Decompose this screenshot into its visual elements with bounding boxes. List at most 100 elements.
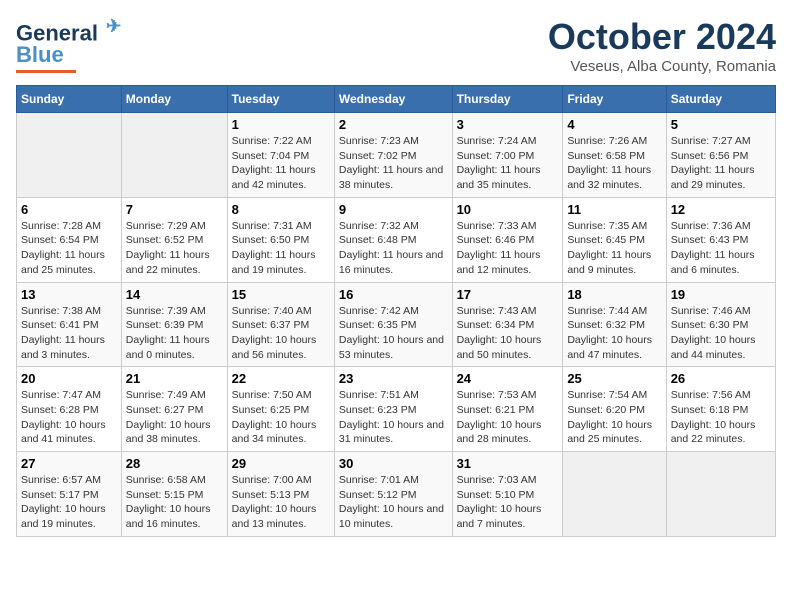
weekday-header-wednesday: Wednesday: [334, 86, 452, 113]
day-detail: Sunrise: 7:27 AMSunset: 6:56 PMDaylight:…: [671, 134, 771, 193]
calendar-cell: 18 Sunrise: 7:44 AMSunset: 6:32 PMDaylig…: [563, 282, 666, 367]
calendar-week-row: 1 Sunrise: 7:22 AMSunset: 7:04 PMDayligh…: [17, 113, 776, 198]
day-detail: Sunrise: 7:22 AMSunset: 7:04 PMDaylight:…: [232, 134, 330, 193]
calendar-cell: 24 Sunrise: 7:53 AMSunset: 6:21 PMDaylig…: [452, 367, 563, 452]
day-number: 12: [671, 202, 771, 217]
day-detail: Sunrise: 7:40 AMSunset: 6:37 PMDaylight:…: [232, 304, 330, 363]
day-number: 17: [457, 287, 559, 302]
location: Veseus, Alba County, Romania: [548, 58, 776, 75]
weekday-header-monday: Monday: [121, 86, 227, 113]
day-detail: Sunrise: 7:24 AMSunset: 7:00 PMDaylight:…: [457, 134, 559, 193]
day-number: 1: [232, 117, 330, 132]
calendar-cell: 14 Sunrise: 7:39 AMSunset: 6:39 PMDaylig…: [121, 282, 227, 367]
logo: General ✈ Blue: [16, 16, 121, 73]
day-number: 24: [457, 371, 559, 386]
day-detail: Sunrise: 7:26 AMSunset: 6:58 PMDaylight:…: [567, 134, 661, 193]
day-number: 29: [232, 456, 330, 471]
calendar-table: SundayMondayTuesdayWednesdayThursdayFrid…: [16, 85, 776, 537]
day-detail: Sunrise: 7:39 AMSunset: 6:39 PMDaylight:…: [126, 304, 223, 363]
day-detail: Sunrise: 7:49 AMSunset: 6:27 PMDaylight:…: [126, 388, 223, 447]
day-number: 27: [21, 456, 117, 471]
calendar-cell: 20 Sunrise: 7:47 AMSunset: 6:28 PMDaylig…: [17, 367, 122, 452]
calendar-cell: [666, 452, 775, 537]
calendar-week-row: 13 Sunrise: 7:38 AMSunset: 6:41 PMDaylig…: [17, 282, 776, 367]
calendar-cell: 4 Sunrise: 7:26 AMSunset: 6:58 PMDayligh…: [563, 113, 666, 198]
calendar-cell: 11 Sunrise: 7:35 AMSunset: 6:45 PMDaylig…: [563, 197, 666, 282]
day-detail: Sunrise: 7:50 AMSunset: 6:25 PMDaylight:…: [232, 388, 330, 447]
calendar-cell: 19 Sunrise: 7:46 AMSunset: 6:30 PMDaylig…: [666, 282, 775, 367]
day-number: 23: [339, 371, 448, 386]
calendar-cell: 8 Sunrise: 7:31 AMSunset: 6:50 PMDayligh…: [227, 197, 334, 282]
day-number: 2: [339, 117, 448, 132]
day-number: 15: [232, 287, 330, 302]
weekday-header-tuesday: Tuesday: [227, 86, 334, 113]
day-number: 8: [232, 202, 330, 217]
day-detail: Sunrise: 7:29 AMSunset: 6:52 PMDaylight:…: [126, 219, 223, 278]
page-header: General ✈ Blue October 2024 Veseus, Alba…: [16, 16, 776, 75]
calendar-cell: 16 Sunrise: 7:42 AMSunset: 6:35 PMDaylig…: [334, 282, 452, 367]
day-detail: Sunrise: 7:00 AMSunset: 5:13 PMDaylight:…: [232, 473, 330, 532]
calendar-week-row: 27 Sunrise: 6:57 AMSunset: 5:17 PMDaylig…: [17, 452, 776, 537]
calendar-cell: 29 Sunrise: 7:00 AMSunset: 5:13 PMDaylig…: [227, 452, 334, 537]
calendar-cell: 31 Sunrise: 7:03 AMSunset: 5:10 PMDaylig…: [452, 452, 563, 537]
calendar-cell: 25 Sunrise: 7:54 AMSunset: 6:20 PMDaylig…: [563, 367, 666, 452]
day-detail: Sunrise: 7:31 AMSunset: 6:50 PMDaylight:…: [232, 219, 330, 278]
day-number: 3: [457, 117, 559, 132]
day-detail: Sunrise: 7:44 AMSunset: 6:32 PMDaylight:…: [567, 304, 661, 363]
logo-blue: Blue: [16, 42, 64, 68]
calendar-cell: 27 Sunrise: 6:57 AMSunset: 5:17 PMDaylig…: [17, 452, 122, 537]
day-number: 25: [567, 371, 661, 386]
day-number: 22: [232, 371, 330, 386]
weekday-header-sunday: Sunday: [17, 86, 122, 113]
calendar-cell: 1 Sunrise: 7:22 AMSunset: 7:04 PMDayligh…: [227, 113, 334, 198]
day-detail: Sunrise: 7:54 AMSunset: 6:20 PMDaylight:…: [567, 388, 661, 447]
calendar-cell: 6 Sunrise: 7:28 AMSunset: 6:54 PMDayligh…: [17, 197, 122, 282]
day-number: 26: [671, 371, 771, 386]
day-number: 9: [339, 202, 448, 217]
calendar-cell: 26 Sunrise: 7:56 AMSunset: 6:18 PMDaylig…: [666, 367, 775, 452]
title-section: October 2024 Veseus, Alba County, Romani…: [548, 16, 776, 75]
calendar-header-row: SundayMondayTuesdayWednesdayThursdayFrid…: [17, 86, 776, 113]
day-detail: Sunrise: 7:23 AMSunset: 7:02 PMDaylight:…: [339, 134, 448, 193]
day-detail: Sunrise: 7:47 AMSunset: 6:28 PMDaylight:…: [21, 388, 117, 447]
calendar-cell: 7 Sunrise: 7:29 AMSunset: 6:52 PMDayligh…: [121, 197, 227, 282]
calendar-cell: 28 Sunrise: 6:58 AMSunset: 5:15 PMDaylig…: [121, 452, 227, 537]
calendar-cell: 3 Sunrise: 7:24 AMSunset: 7:00 PMDayligh…: [452, 113, 563, 198]
day-detail: Sunrise: 7:32 AMSunset: 6:48 PMDaylight:…: [339, 219, 448, 278]
day-detail: Sunrise: 7:56 AMSunset: 6:18 PMDaylight:…: [671, 388, 771, 447]
calendar-cell: [563, 452, 666, 537]
calendar-cell: 22 Sunrise: 7:50 AMSunset: 6:25 PMDaylig…: [227, 367, 334, 452]
month-title: October 2024: [548, 16, 776, 58]
day-number: 31: [457, 456, 559, 471]
day-detail: Sunrise: 7:43 AMSunset: 6:34 PMDaylight:…: [457, 304, 559, 363]
day-number: 5: [671, 117, 771, 132]
logo-underline: [16, 70, 76, 73]
day-detail: Sunrise: 7:01 AMSunset: 5:12 PMDaylight:…: [339, 473, 448, 532]
calendar-cell: 23 Sunrise: 7:51 AMSunset: 6:23 PMDaylig…: [334, 367, 452, 452]
day-number: 19: [671, 287, 771, 302]
calendar-cell: [121, 113, 227, 198]
day-number: 20: [21, 371, 117, 386]
calendar-cell: 30 Sunrise: 7:01 AMSunset: 5:12 PMDaylig…: [334, 452, 452, 537]
day-number: 21: [126, 371, 223, 386]
calendar-cell: 12 Sunrise: 7:36 AMSunset: 6:43 PMDaylig…: [666, 197, 775, 282]
day-detail: Sunrise: 6:58 AMSunset: 5:15 PMDaylight:…: [126, 473, 223, 532]
day-detail: Sunrise: 7:53 AMSunset: 6:21 PMDaylight:…: [457, 388, 559, 447]
calendar-cell: 15 Sunrise: 7:40 AMSunset: 6:37 PMDaylig…: [227, 282, 334, 367]
calendar-cell: 17 Sunrise: 7:43 AMSunset: 6:34 PMDaylig…: [452, 282, 563, 367]
day-detail: Sunrise: 7:38 AMSunset: 6:41 PMDaylight:…: [21, 304, 117, 363]
calendar-week-row: 20 Sunrise: 7:47 AMSunset: 6:28 PMDaylig…: [17, 367, 776, 452]
calendar-cell: [17, 113, 122, 198]
calendar-cell: 9 Sunrise: 7:32 AMSunset: 6:48 PMDayligh…: [334, 197, 452, 282]
day-detail: Sunrise: 7:36 AMSunset: 6:43 PMDaylight:…: [671, 219, 771, 278]
day-detail: Sunrise: 7:03 AMSunset: 5:10 PMDaylight:…: [457, 473, 559, 532]
day-detail: Sunrise: 7:46 AMSunset: 6:30 PMDaylight:…: [671, 304, 771, 363]
day-number: 28: [126, 456, 223, 471]
day-number: 11: [567, 202, 661, 217]
weekday-header-friday: Friday: [563, 86, 666, 113]
day-detail: Sunrise: 7:51 AMSunset: 6:23 PMDaylight:…: [339, 388, 448, 447]
day-number: 13: [21, 287, 117, 302]
day-detail: Sunrise: 7:35 AMSunset: 6:45 PMDaylight:…: [567, 219, 661, 278]
calendar-cell: 21 Sunrise: 7:49 AMSunset: 6:27 PMDaylig…: [121, 367, 227, 452]
day-detail: Sunrise: 7:42 AMSunset: 6:35 PMDaylight:…: [339, 304, 448, 363]
